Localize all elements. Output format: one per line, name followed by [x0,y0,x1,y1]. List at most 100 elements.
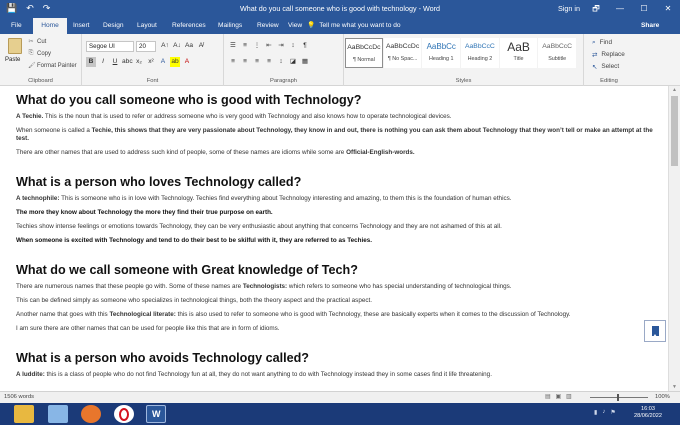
tab-references[interactable]: References [172,20,206,31]
select-button[interactable]: ↖ Select [592,63,619,71]
bold-text: A technophile: [16,195,60,202]
increase-indent-icon[interactable]: ⇥ [276,41,286,51]
shading-icon[interactable]: ◪ [288,57,298,67]
zoom-level[interactable]: 100% [655,394,670,400]
line-spacing-icon[interactable]: ↕ [276,57,286,67]
scroll-down-icon[interactable]: ▼ [669,384,680,390]
tab-layout[interactable]: Layout [137,20,157,31]
center-icon[interactable]: ≡ [240,57,250,67]
font-color-icon[interactable]: A [182,57,192,67]
text: this is a class of people who do not fin… [44,371,492,378]
print-layout-icon[interactable]: ▣ [555,394,560,400]
clear-formatting-icon[interactable]: A̸ [196,41,206,51]
tab-review[interactable]: Review [257,20,279,31]
paste-button[interactable]: Paste [5,57,20,63]
justify-icon[interactable]: ≡ [264,57,274,67]
window-controls: 🗗 — ☐ ✕ [584,0,680,17]
bookmark-button[interactable] [644,320,666,342]
tab-home[interactable]: Home [33,18,67,34]
close-button[interactable]: ✕ [656,0,680,17]
scroll-thumb[interactable] [671,96,678,166]
text: which refers to someone who has special … [287,283,512,290]
bookmark-icon [652,326,659,337]
tab-view[interactable]: View [288,20,302,31]
paste-icon[interactable] [8,38,22,54]
decrease-indent-icon[interactable]: ⇤ [264,41,274,51]
file-explorer-icon[interactable] [14,405,34,423]
tab-mailings[interactable]: Mailings [218,20,242,31]
document-area[interactable]: What do you call someone who is good wit… [0,86,668,391]
read-mode-icon[interactable]: ▤ [545,394,550,400]
vertical-scrollbar[interactable]: ▲ ▼ [668,86,680,391]
style-subtitle[interactable]: AaBbCcC Subtitle [538,38,576,68]
opera-icon[interactable] [114,405,134,423]
superscript-button[interactable]: x² [146,57,156,67]
change-case-icon[interactable]: Aa [184,41,194,51]
highlight-icon[interactable]: ab [170,57,180,67]
style-heading-1[interactable]: AaBbCc Heading 1 [422,38,461,68]
system-tray: ▮ ♪ ⚑ [594,409,616,416]
word-count[interactable]: 1506 words [4,394,34,400]
bullets-icon[interactable]: ☰ [228,41,238,51]
copy-icon: ⎘ [28,50,34,56]
underline-button[interactable]: U [110,57,120,67]
style-heading-2[interactable]: AaBbCcC Heading 2 [461,38,499,68]
align-buttons: ≡ ≡ ≡ ≡ ↕ ◪ ▦ [228,57,310,67]
folder-icon[interactable] [48,405,68,423]
subscript-button[interactable]: x₂ [134,57,144,67]
borders-icon[interactable]: ▦ [300,57,310,67]
shrink-font-icon[interactable]: A↓ [172,41,182,51]
web-layout-icon[interactable]: ▥ [566,394,571,400]
firefox-icon[interactable] [81,405,101,423]
tab-file[interactable]: File [11,20,22,31]
volume-icon[interactable]: ♪ [602,409,605,416]
sign-in-link[interactable]: Sign in [558,4,580,13]
flag-icon[interactable]: ⚑ [610,409,615,416]
sort-icon[interactable]: ↕ [288,41,298,51]
format-painter-label: Format Painter [37,62,77,69]
network-icon[interactable]: ▮ [594,409,597,416]
font-name-box[interactable]: Segoe UI [86,41,134,52]
style-preview: AaBbCcC [464,43,495,50]
align-left-icon[interactable]: ≡ [228,57,238,67]
strikethrough-button[interactable]: abc [122,57,133,67]
share-button[interactable]: Share [641,20,659,31]
style-no-spacing[interactable]: AaBbCcDc ¶ No Spac... [383,38,422,68]
show-marks-icon[interactable]: ¶ [300,41,310,51]
align-right-icon[interactable]: ≡ [252,57,262,67]
copy-button[interactable]: ⎘ Copy [28,50,51,57]
italic-button[interactable]: I [98,57,108,67]
bold-text: Techie, this shows that they are very pa… [16,127,653,142]
word-taskbar-icon[interactable]: W [146,405,166,423]
zoom-slider[interactable] [590,394,648,401]
grow-font-icon[interactable]: A↑ [160,41,170,51]
paragraph: A technophile: This is someone who is in… [16,195,662,203]
zoom-slider-handle[interactable] [617,394,619,401]
cut-button[interactable]: ✂ Cut [28,38,46,46]
style-name: Heading 2 [467,56,493,62]
style-title[interactable]: AaB Title [499,38,538,68]
numbering-icon[interactable]: ≡ [240,41,250,51]
tab-insert[interactable]: Insert [73,20,90,31]
minimize-button[interactable]: — [608,0,632,17]
style-name: Title [513,56,524,62]
multilevel-list-icon[interactable]: ⋮ [252,41,262,51]
heading-3: What do we call someone with Great knowl… [16,263,358,277]
ribbon-display-icon[interactable]: 🗗 [584,0,608,17]
text-effects-icon[interactable]: A [158,57,168,67]
tab-design[interactable]: Design [103,20,124,31]
scroll-up-icon[interactable]: ▲ [669,87,680,93]
find-button[interactable]: ⌕ Find [592,39,612,47]
format-painter-button[interactable]: 🖌 Format Painter [28,62,77,70]
bold-button[interactable]: B [86,57,96,67]
replace-button[interactable]: ⇄ Replace [592,51,625,59]
clipboard-group: Paste ✂ Cut ⎘ Copy 🖌 Format Painter Clipboa… [0,34,82,86]
clock[interactable]: 16:03 28/06/2022 [633,406,663,420]
tell-me-search[interactable]: 💡 Tell me what you want to do [307,20,401,31]
select-label: Select [601,63,620,70]
paragraph: The more they know about Technology the … [16,209,273,216]
font-size-box[interactable]: 20 [136,41,156,52]
style-normal[interactable]: AaBbCcDc ¶ Normal [345,38,383,68]
heading-2: What is a person who loves Technology ca… [16,175,302,189]
maximize-button[interactable]: ☐ [632,0,656,17]
